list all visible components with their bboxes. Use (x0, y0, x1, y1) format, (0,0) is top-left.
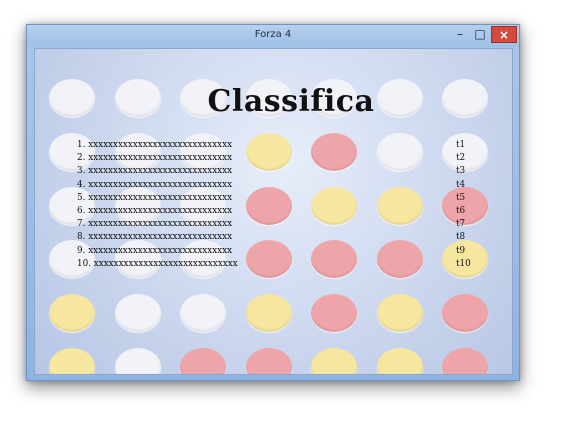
leaderboard-row-5: 5. xxxxxxxxxxxxxxxxxxxxxxxxxxxxx t5 (77, 192, 485, 205)
maximize-button[interactable]: □ (469, 26, 491, 43)
player-name: 8. xxxxxxxxxxxxxxxxxxxxxxxxxxxxx (77, 232, 233, 243)
board-disc-r5-c5 (311, 294, 357, 333)
player-time: t3 (456, 166, 466, 177)
board-disc-r5-c3 (180, 294, 226, 333)
player-name: 6. xxxxxxxxxxxxxxxxxxxxxxxxxxxxx (77, 205, 233, 216)
leaderboard-row-4: 4. xxxxxxxxxxxxxxxxxxxxxxxxxxxxx t4 (77, 179, 485, 192)
board-disc-r5-c6 (376, 294, 423, 333)
player-time: t8 (456, 232, 466, 243)
player-time: t4 (456, 179, 466, 190)
title-bar[interactable]: Forza 4 – □ × (27, 25, 519, 47)
player-time: t9 (456, 245, 466, 256)
close-button[interactable]: × (491, 26, 517, 43)
player-name: 7. xxxxxxxxxxxxxxxxxxxxxxxxxxxxx (77, 219, 233, 230)
player-name: 1. xxxxxxxxxxxxxxxxxxxxxxxxxxxxx (77, 140, 233, 150)
player-time: t5 (456, 192, 466, 203)
player-name: 3. xxxxxxxxxxxxxxxxxxxxxxxxxxxxx (77, 166, 233, 177)
board-disc-r5-c7 (442, 294, 488, 333)
leaderboard-row-10: 10. xxxxxxxxxxxxxxxxxxxxxxxxxxxxx t10 (77, 258, 485, 271)
board-disc-r6-c7 (442, 348, 488, 374)
leaderboard-list: 1. xxxxxxxxxxxxxxxxxxxxxxxxxxxxx t1 2. x… (77, 139, 485, 271)
game-window: Forza 4 – □ × Classifica 1. xxxxxxxxxxxx… (26, 24, 520, 381)
player-name: 4. xxxxxxxxxxxxxxxxxxxxxxxxxxxxx (77, 179, 233, 190)
board-disc-r6-c2 (114, 348, 161, 374)
leaderboard-row-1: 1. xxxxxxxxxxxxxxxxxxxxxxxxxxxxx t1 (77, 139, 485, 152)
player-time: t2 (456, 153, 466, 164)
leaderboard-row-2: 2. xxxxxxxxxxxxxxxxxxxxxxxxxxxxx t2 (77, 152, 485, 165)
board-disc-r1-c2 (114, 79, 161, 117)
board-disc-r5-c2 (114, 294, 161, 333)
player-time: t1 (456, 140, 466, 150)
leaderboard-row-7: 7. xxxxxxxxxxxxxxxxxxxxxxxxxxxxx t7 (77, 218, 485, 231)
minimize-button[interactable]: – (449, 26, 471, 43)
leaderboard-row-6: 6. xxxxxxxxxxxxxxxxxxxxxxxxxxxxx t6 (77, 205, 485, 218)
player-time: t7 (456, 219, 466, 230)
player-name: 5. xxxxxxxxxxxxxxxxxxxxxxxxxxxxx (77, 192, 233, 203)
leaderboard-row-8: 8. xxxxxxxxxxxxxxxxxxxxxxxxxxxxx t8 (77, 231, 485, 244)
player-name: 2. xxxxxxxxxxxxxxxxxxxxxxxxxxxxx (77, 153, 233, 164)
board-disc-r6-c3 (180, 348, 226, 374)
player-time: t10 (456, 258, 471, 269)
game-client-area: Classifica 1. xxxxxxxxxxxxxxxxxxxxxxxxxx… (34, 48, 513, 375)
board-disc-r6-c4 (245, 348, 292, 374)
board-disc-r5-c1 (49, 294, 95, 333)
leaderboard-title: Classifica (207, 84, 375, 119)
board-disc-r6-c6 (376, 348, 423, 374)
board-disc-r5-c4 (245, 294, 292, 333)
board-disc-r1-c7 (442, 79, 488, 117)
board-disc-r6-c1 (49, 348, 95, 374)
board-disc-r1-c1 (49, 79, 95, 117)
leaderboard-row-9: 9. xxxxxxxxxxxxxxxxxxxxxxxxxxxxx t9 (77, 245, 485, 258)
player-name: 10. xxxxxxxxxxxxxxxxxxxxxxxxxxxxx (77, 258, 238, 269)
board-disc-r6-c5 (311, 348, 357, 374)
board-disc-r1-c6 (376, 79, 423, 117)
player-time: t6 (456, 205, 466, 216)
player-name: 9. xxxxxxxxxxxxxxxxxxxxxxxxxxxxx (77, 245, 233, 256)
leaderboard-row-3: 3. xxxxxxxxxxxxxxxxxxxxxxxxxxxxx t3 (77, 165, 485, 178)
window-title: Forza 4 (254, 29, 292, 40)
